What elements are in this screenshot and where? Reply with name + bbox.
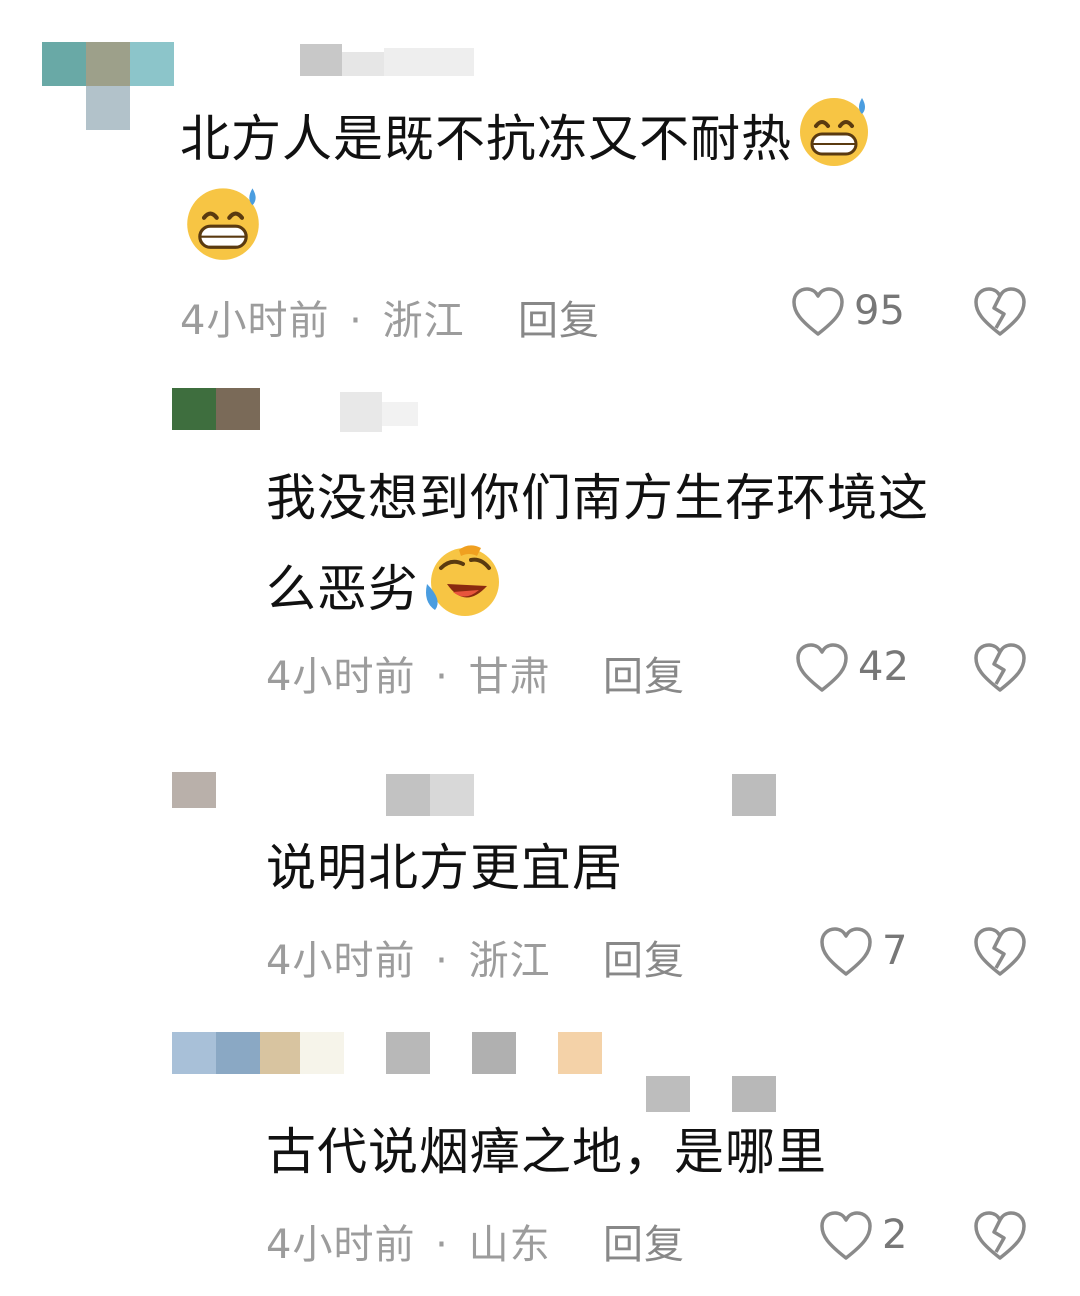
rolling-laughing-emoji-icon — [419, 540, 509, 645]
grinning-sweat-emoji-icon — [792, 92, 876, 193]
broken-heart-icon — [974, 643, 1026, 692]
avatar[interactable] — [42, 42, 174, 130]
separator-dot: · — [435, 654, 449, 700]
like-count: 7 — [882, 928, 908, 974]
comment-meta: 4小时前 · 山东 — [266, 1212, 551, 1270]
comment-time: 4小时前 — [180, 298, 330, 344]
comment-time: 4小时前 — [266, 938, 416, 984]
broken-heart-icon — [974, 287, 1026, 336]
username-blurred[interactable] — [300, 44, 475, 80]
blurred-block — [646, 1076, 776, 1112]
comment-text-line-2: 么恶劣 — [266, 540, 929, 645]
dislike-button[interactable] — [972, 924, 1028, 984]
like-count: 42 — [858, 644, 909, 690]
dislike-button[interactable] — [972, 1208, 1028, 1268]
comment-location: 浙江 — [382, 298, 465, 344]
username-blurred[interactable] — [300, 1032, 602, 1076]
avatar[interactable] — [172, 772, 220, 812]
separator-dot: · — [435, 1222, 449, 1268]
like-count: 2 — [882, 1212, 908, 1258]
comment-meta: 4小时前 · 浙江 — [180, 288, 465, 346]
comment-text: 我没想到你们南方生存环境这 么恶劣 — [266, 456, 929, 645]
username-blurred[interactable] — [340, 392, 420, 432]
like-button[interactable] — [818, 1208, 874, 1268]
reply-button[interactable]: 回复 — [603, 1212, 685, 1270]
comment-text-line-2-content: 么恶劣 — [266, 560, 419, 618]
like-button[interactable] — [818, 924, 874, 984]
broken-heart-icon — [974, 927, 1026, 976]
comment-text: 北方人是既不抗冻又不耐热 — [180, 92, 876, 193]
reply-button[interactable]: 回复 — [518, 288, 600, 346]
comment-list-page: { "comments": [ { "text": "北方人是既不抗冻又不耐热"… — [0, 0, 1080, 1296]
comment-time: 4小时前 — [266, 654, 416, 700]
comment-meta: 4小时前 · 甘肃 — [266, 644, 551, 702]
like-count: 95 — [854, 288, 905, 334]
heart-outline-icon — [792, 287, 844, 336]
dislike-button[interactable] — [972, 640, 1028, 700]
comment-text-line-1: 我没想到你们南方生存环境这 — [266, 469, 929, 527]
like-button[interactable] — [794, 640, 850, 700]
comment-text: 说明北方更宜居 — [266, 839, 623, 897]
heart-outline-icon — [820, 927, 872, 976]
comment-time: 4小时前 — [266, 1222, 416, 1268]
dislike-button[interactable] — [972, 284, 1028, 344]
separator-dot: · — [435, 938, 449, 984]
comment-location: 甘肃 — [468, 654, 551, 700]
heart-outline-icon — [796, 643, 848, 692]
separator-dot: · — [349, 298, 363, 344]
comment-meta: 4小时前 · 浙江 — [266, 928, 551, 986]
broken-heart-icon — [974, 1211, 1026, 1260]
comment-text-content: 北方人是既不抗冻又不耐热 — [180, 110, 792, 168]
username-blurred[interactable] — [386, 774, 776, 816]
reply-button[interactable]: 回复 — [603, 644, 685, 702]
grinning-sweat-emoji-icon — [178, 182, 268, 266]
like-button[interactable] — [790, 284, 846, 344]
avatar[interactable] — [172, 386, 262, 432]
avatar[interactable] — [172, 1032, 304, 1076]
comment-location: 浙江 — [468, 938, 551, 984]
heart-outline-icon — [820, 1211, 872, 1260]
comment-location: 山东 — [468, 1222, 551, 1268]
reply-button[interactable]: 回复 — [603, 928, 685, 986]
comment-text: 古代说烟瘴之地，是哪里 — [266, 1123, 827, 1181]
